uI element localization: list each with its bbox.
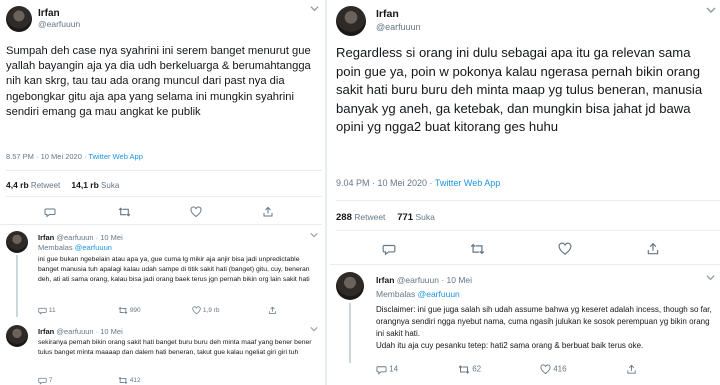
like-icon xyxy=(540,364,551,375)
user-handle[interactable]: @earfuuun · 10 Mei xyxy=(56,327,122,336)
reply-text: sekiranya pernah bikin orang sakit hati … xyxy=(38,339,312,356)
divider xyxy=(336,230,720,231)
reply-action[interactable]: 14 xyxy=(376,364,398,375)
avatar[interactable] xyxy=(6,6,32,32)
divider xyxy=(6,196,322,197)
avatar[interactable] xyxy=(336,6,366,36)
right-tweet-panel: Irfan @earfuuun Regardless si orang ini … xyxy=(330,0,720,385)
avatar[interactable] xyxy=(6,231,28,253)
avatar[interactable] xyxy=(6,325,28,347)
retweet-count[interactable]: 4,4 rb xyxy=(6,180,29,190)
source-link[interactable]: Twitter Web App xyxy=(435,178,500,188)
tweet-header: Irfan @earfuuun xyxy=(6,6,80,32)
tweet-text: Sumpah deh case nya syahrini ini serem b… xyxy=(6,45,311,118)
panel-divider xyxy=(325,0,327,385)
tweet-actions xyxy=(0,204,322,220)
chevron-down-icon[interactable] xyxy=(706,5,716,17)
tweet-timestamp: 8.57 PM · 10 Mei 2020 · Twitter Web App xyxy=(6,152,143,161)
divider xyxy=(6,170,322,171)
tweet-stats: 4,4 rb Retweet 14,1 rb Suka xyxy=(6,180,120,190)
user-name[interactable]: Irfan xyxy=(38,327,54,336)
reply-action[interactable]: 11 xyxy=(38,306,56,315)
avatar[interactable] xyxy=(336,272,364,300)
reply-action[interactable]: 7 xyxy=(38,376,52,385)
retweet-icon xyxy=(458,365,470,374)
retweet-icon xyxy=(118,307,128,314)
chevron-down-icon[interactable] xyxy=(706,273,715,284)
share-icon[interactable] xyxy=(646,242,660,256)
chevron-down-icon[interactable] xyxy=(310,325,318,335)
user-handle[interactable]: @earfuuun · 10 Mei xyxy=(397,275,472,285)
reply-icon[interactable] xyxy=(382,242,396,256)
reply-text: ini gue bukan ngebelain atau apa ya, gue… xyxy=(38,256,310,283)
left-tweet-panel: Irfan @earfuuun Sumpah deh case nya syah… xyxy=(0,0,322,385)
retweet-icon[interactable] xyxy=(470,242,485,256)
reply-to-link[interactable]: @earfuuun xyxy=(418,289,460,299)
retweet-icon[interactable] xyxy=(118,206,131,218)
reply-icon xyxy=(38,377,47,385)
like-icon xyxy=(192,306,201,315)
reply-text: Disclaimer: ini gue juga salah sih udah … xyxy=(376,305,712,350)
user-handle[interactable]: @earfuuun · 10 Mei xyxy=(56,233,122,242)
divider xyxy=(336,200,720,201)
tweet-stats: 288 Retweet 771 Suka xyxy=(336,212,435,223)
reply-icon xyxy=(376,366,387,375)
user-name[interactable]: Irfan xyxy=(38,8,80,19)
reply-to-link[interactable]: @earfuuun xyxy=(75,243,112,252)
share-icon[interactable] xyxy=(262,206,274,218)
user-name[interactable]: Irfan xyxy=(376,275,394,285)
divider xyxy=(330,264,720,265)
user-name[interactable]: Irfan xyxy=(38,233,54,242)
source-link[interactable]: Twitter Web App xyxy=(88,152,142,161)
like-icon[interactable] xyxy=(558,242,572,256)
chevron-down-icon[interactable] xyxy=(310,231,318,241)
share-action[interactable] xyxy=(626,364,637,375)
reply-icon[interactable] xyxy=(44,206,56,218)
tweet-text: Regardless si orang ini dulu sebagai apa… xyxy=(336,45,703,135)
user-name[interactable]: Irfan xyxy=(376,8,421,21)
like-icon[interactable] xyxy=(190,206,202,218)
share-icon xyxy=(269,306,276,314)
reply-icon xyxy=(38,307,47,315)
thread-line xyxy=(16,255,18,317)
retweet-action[interactable]: 990 xyxy=(118,306,141,315)
like-action[interactable]: 1,9 rb xyxy=(192,306,219,315)
tweet-timestamp: 9.04 PM · 10 Mei 2020 · Twitter Web App xyxy=(336,178,501,188)
share-icon xyxy=(627,364,636,374)
retweet-action[interactable]: 62 xyxy=(458,364,481,375)
retweet-icon xyxy=(118,377,128,384)
divider xyxy=(0,224,322,225)
like-count[interactable]: 14,1 rb xyxy=(71,180,98,190)
retweet-action[interactable]: 412 xyxy=(118,376,141,385)
like-count[interactable]: 771 xyxy=(397,212,413,223)
like-action[interactable]: 416 xyxy=(540,364,567,375)
tweet-header: Irfan @earfuuun xyxy=(336,6,421,36)
share-action[interactable] xyxy=(268,306,277,315)
chevron-down-icon[interactable] xyxy=(310,4,319,15)
user-handle[interactable]: @earfuuun xyxy=(376,21,421,34)
user-handle[interactable]: @earfuuun xyxy=(38,19,80,30)
tweet-actions xyxy=(330,240,720,258)
thread-line xyxy=(349,303,351,363)
retweet-count[interactable]: 288 xyxy=(336,212,352,223)
